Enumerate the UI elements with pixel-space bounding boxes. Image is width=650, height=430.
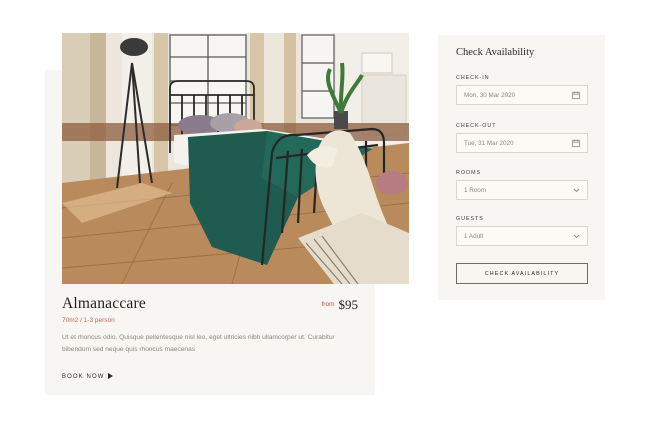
chevron-down-icon [573, 188, 580, 193]
rooms-value: 1 Room [464, 186, 487, 194]
guests-label: GUESTS [456, 216, 484, 222]
room-meta: 70m2 / 1-3 person [62, 317, 115, 324]
check-in-field[interactable]: Mon, 30 Mar 2020 [456, 85, 588, 105]
check-out-field[interactable]: Tue, 31 Mar 2020 [456, 133, 588, 153]
rooms-select[interactable]: 1 Room [456, 180, 588, 200]
price-prefix: from [321, 301, 335, 309]
check-in-label: CHECK-IN [456, 75, 490, 81]
panel-title: Check Availability [456, 47, 535, 58]
book-now-label: BOOK NOW [62, 374, 105, 380]
room-description: Ut et rhoncus odio. Quisque pellentesque… [62, 334, 335, 353]
room-photo[interactable] [62, 33, 409, 284]
calendar-icon [572, 91, 580, 99]
chevron-down-icon [573, 234, 580, 239]
check-out-value: Tue, 31 Mar 2020 [464, 139, 514, 147]
room-name: Almanaccare [62, 295, 146, 312]
calendar-icon [572, 139, 580, 147]
book-now-link[interactable]: BOOK NOW [62, 373, 114, 381]
check-out-label: CHECK-OUT [456, 123, 497, 129]
guests-select[interactable]: 1 Adult [456, 226, 588, 246]
rooms-label: ROOMS [456, 170, 482, 176]
arrow-right-icon [108, 373, 114, 381]
room-price: from $95 [300, 296, 359, 314]
price-value: $95 [338, 296, 359, 312]
availability-panel: Check Availability CHECK-IN Mon, 30 Mar … [438, 35, 605, 300]
check-in-value: Mon, 30 Mar 2020 [464, 91, 516, 99]
check-availability-button[interactable]: CHECK AVAILABILITY [456, 263, 588, 284]
guests-value: 1 Adult [464, 232, 484, 240]
